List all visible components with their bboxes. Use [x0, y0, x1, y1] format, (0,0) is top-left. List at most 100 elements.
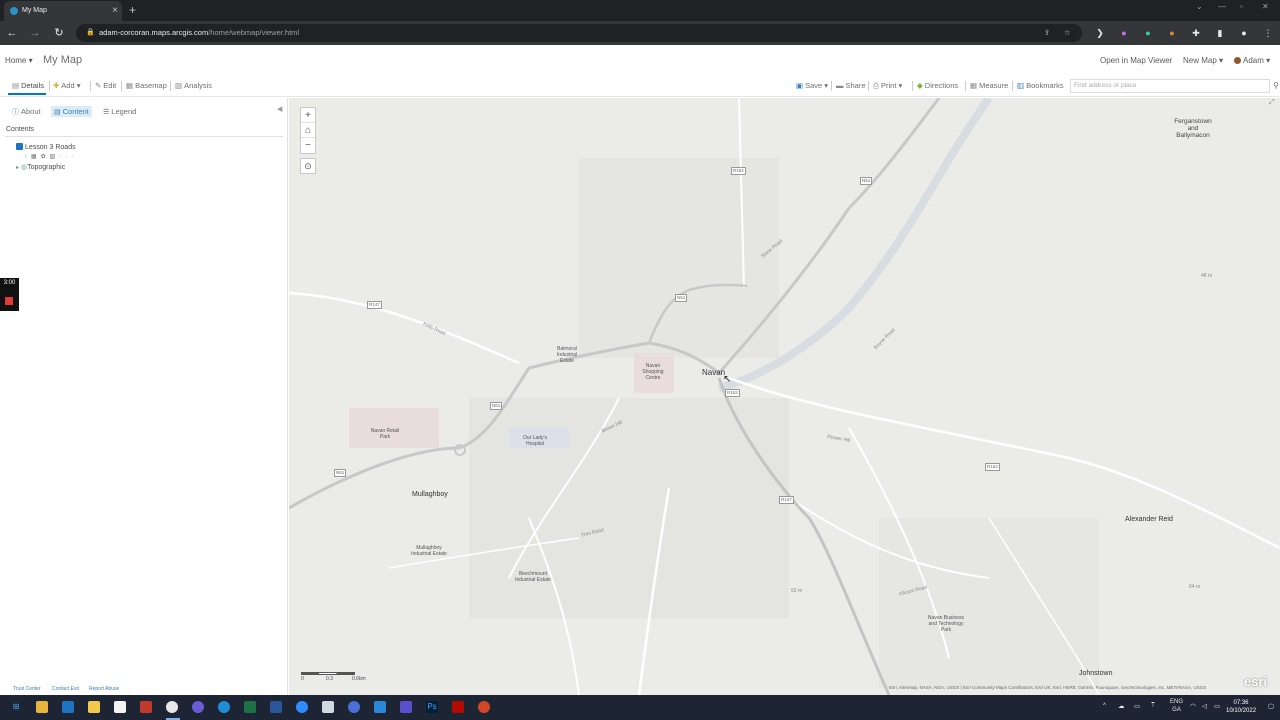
extension-icon[interactable]: ●: [1166, 27, 1178, 39]
tab-content[interactable]: ▤ Content: [51, 106, 92, 117]
extensions-puzzle-icon[interactable]: ✚: [1190, 27, 1202, 39]
share-button[interactable]: ▬ Share: [836, 81, 866, 90]
more-options-icon[interactable]: ···: [59, 154, 77, 160]
reload-icon[interactable]: ↻: [51, 25, 67, 41]
add-button[interactable]: ✚ Add ▾: [53, 81, 81, 90]
app-icon[interactable]: [140, 701, 152, 713]
directions-icon: ◆: [917, 81, 923, 90]
scale-bar-graphic: [301, 672, 355, 675]
calculator-icon[interactable]: [322, 701, 334, 713]
chrome-icon[interactable]: [166, 701, 178, 713]
new-tab-icon[interactable]: +: [129, 1, 136, 19]
notifications-icon[interactable]: ▢: [1268, 702, 1274, 710]
bookmark-star-icon[interactable]: ☆: [1064, 24, 1071, 42]
open-in-map-viewer-link[interactable]: Open in Map Viewer: [1100, 56, 1172, 65]
print-button[interactable]: ⎙ Print ▾: [873, 81, 902, 91]
extension-icon[interactable]: ●: [1118, 27, 1130, 39]
excel-icon[interactable]: [244, 701, 256, 713]
tab-search-icon[interactable]: ⌄: [1196, 2, 1203, 11]
microphone-icon[interactable]: ⍑: [1151, 702, 1155, 710]
basemap-button[interactable]: ▦ Basemap: [126, 81, 167, 90]
bookmarks-button[interactable]: ▥ Bookmarks: [1017, 81, 1064, 90]
tab-about[interactable]: ⓘ About: [9, 106, 44, 118]
url-bar[interactable]: 🔒 adam-corcoran.maps.arcgis.com/home/web…: [76, 24, 1082, 42]
back-icon[interactable]: ←: [4, 25, 20, 41]
browser-tab[interactable]: My Map ×: [4, 1, 122, 21]
maximize-icon[interactable]: ▫: [1240, 2, 1243, 11]
trust-center-link[interactable]: Trust Center: [13, 686, 41, 692]
locate-icon[interactable]: ⊙: [300, 158, 316, 174]
outlook-icon[interactable]: [62, 701, 74, 713]
extension-icon[interactable]: ●: [1142, 27, 1154, 39]
layer-item[interactable]: Lesson 3 Roads: [16, 143, 76, 151]
home-menu[interactable]: Home ▾: [5, 56, 33, 65]
app-icon[interactable]: [374, 701, 386, 713]
save-button[interactable]: ▣ Save ▾: [796, 81, 828, 90]
edit-button[interactable]: ✎ Edit: [95, 81, 116, 90]
table-icon[interactable]: ▦: [31, 154, 41, 160]
expand-arrow-icon[interactable]: ▸: [16, 165, 19, 171]
add-label: Add: [61, 81, 75, 90]
place-label: Our Lady's Hospital: [522, 435, 548, 447]
powerpoint-icon[interactable]: [478, 701, 490, 713]
browser-menu-icon[interactable]: ⋮: [1262, 27, 1274, 39]
add-icon: ✚: [53, 81, 60, 90]
wifi-icon[interactable]: ◠: [1190, 702, 1196, 710]
app-icon[interactable]: [348, 701, 360, 713]
skype-icon[interactable]: [218, 701, 230, 713]
filter-icon[interactable]: ▨: [50, 154, 60, 160]
style-icon[interactable]: ✿: [41, 154, 50, 160]
user-menu[interactable]: Adam ▾: [1234, 56, 1270, 65]
system-clock[interactable]: 07:36 10/10/2022: [1226, 699, 1256, 715]
tab-title: My Map: [22, 7, 47, 14]
map-view[interactable]: + ⌂ − ⊙ ⤢ Navan Mullaghboy Alexander Rei…: [289, 98, 1280, 695]
details-button[interactable]: ▤ Details: [12, 81, 44, 90]
app-icon[interactable]: [192, 701, 204, 713]
directions-button[interactable]: ◆ Directions: [917, 81, 958, 90]
language-indicator[interactable]: ENG GA: [1170, 698, 1183, 714]
url-host: adam-corcoran.maps.arcgis.com: [99, 28, 209, 37]
windows-start-icon[interactable]: ⊞: [10, 701, 22, 713]
stop-recording-button[interactable]: [5, 297, 13, 305]
map-title: My Map: [43, 54, 83, 66]
acrobat-icon[interactable]: [452, 701, 464, 713]
tab-legend[interactable]: ☰ Legend: [100, 106, 139, 117]
divider: [5, 136, 283, 137]
file-explorer-icon[interactable]: [36, 701, 48, 713]
contact-esri-link[interactable]: Contact Esri: [52, 686, 79, 692]
battery-icon[interactable]: ▭: [1214, 702, 1220, 710]
volume-icon[interactable]: ◁: [1202, 702, 1207, 710]
layer-item[interactable]: ▸ ◍Topographic: [16, 163, 65, 171]
collapse-panel-icon[interactable]: ◀: [277, 105, 282, 113]
profile-icon[interactable]: ●: [1238, 27, 1250, 39]
forward-icon[interactable]: →: [27, 25, 43, 41]
search-input[interactable]: Find address or place ⚲: [1070, 79, 1279, 93]
layer-tools[interactable]: ⁝▦✿▨···: [25, 153, 77, 160]
home-extent-icon[interactable]: ⌂: [301, 123, 315, 138]
fullscreen-icon[interactable]: ⤢: [1269, 99, 1275, 107]
measure-button[interactable]: ▦ Measure: [970, 81, 1008, 90]
search-icon[interactable]: ⚲: [1273, 80, 1279, 92]
zoom-in-icon[interactable]: +: [301, 108, 315, 123]
new-map-menu[interactable]: New Map ▾: [1183, 56, 1223, 65]
photoshop-icon[interactable]: Ps: [426, 701, 438, 713]
zoom-icon[interactable]: [296, 701, 308, 713]
notepad-icon[interactable]: [114, 701, 126, 713]
side-panel-icon[interactable]: ▮: [1214, 27, 1226, 39]
keyboard-icon[interactable]: ▭: [1134, 702, 1140, 710]
report-abuse-link[interactable]: Report Abuse: [89, 686, 119, 692]
close-tab-icon[interactable]: ×: [112, 1, 118, 21]
tray-overflow-icon[interactable]: ^: [1103, 702, 1106, 709]
home-label: Home: [5, 56, 27, 65]
word-icon[interactable]: [270, 701, 282, 713]
analysis-button[interactable]: ▧ Analysis: [175, 81, 212, 90]
app-icon[interactable]: [400, 701, 412, 713]
cloud-icon[interactable]: ☁: [1118, 702, 1125, 710]
close-window-icon[interactable]: ✕: [1262, 2, 1269, 11]
zoom-out-icon[interactable]: −: [301, 138, 315, 153]
layer-visibility-checkbox[interactable]: [16, 143, 23, 150]
extension-icon[interactable]: ❯: [1094, 27, 1106, 39]
minimize-icon[interactable]: —: [1218, 2, 1226, 11]
share-page-icon[interactable]: ⇪: [1044, 24, 1050, 42]
sticky-notes-icon[interactable]: [88, 701, 100, 713]
